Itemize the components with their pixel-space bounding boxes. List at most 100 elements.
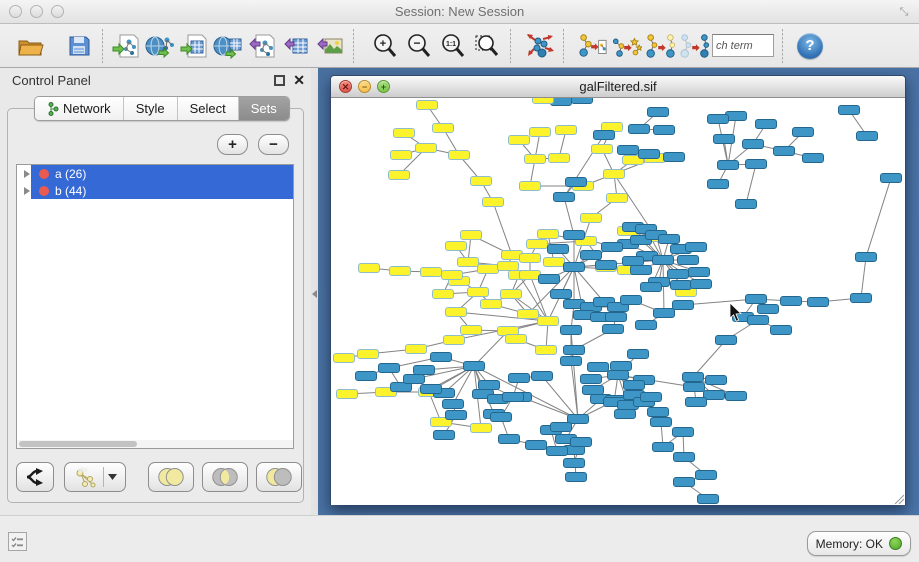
difference-button[interactable]	[256, 462, 302, 492]
graph-node	[654, 309, 675, 318]
scrollbar-thumb[interactable]	[19, 441, 137, 447]
graph-node	[530, 128, 551, 137]
graph-node	[683, 373, 704, 382]
network-window-titlebar[interactable]: ✕ − + galFiltered.sif	[331, 76, 905, 98]
memory-status-button[interactable]: Memory: OK	[807, 531, 911, 556]
set-color-icon	[39, 186, 49, 196]
tab-label: Style	[136, 101, 165, 116]
expand-arrow-icon[interactable]	[24, 187, 30, 195]
export-network-button[interactable]	[245, 29, 279, 63]
zoom-selected-button[interactable]	[470, 29, 504, 63]
graph-node	[446, 308, 467, 317]
tab-sets[interactable]: Sets	[239, 97, 289, 120]
set-item-label: b (44)	[55, 184, 86, 198]
graph-node	[442, 271, 463, 280]
horizontal-scrollbar[interactable]	[16, 440, 294, 449]
control-panel-tabs: Network Style Select Sets	[34, 96, 290, 121]
sets-toolbar	[16, 462, 302, 492]
import-table-url-button[interactable]	[211, 29, 245, 63]
graph-node	[639, 150, 660, 159]
graph-node	[548, 245, 569, 254]
graph-node	[554, 193, 575, 202]
import-network-url-button[interactable]	[143, 29, 177, 63]
export-table-button[interactable]	[279, 29, 313, 63]
graph-node	[636, 321, 657, 330]
graph-node	[583, 386, 604, 395]
network-from-selection-all-edges-button[interactable]	[576, 29, 610, 63]
close-panel-icon[interactable]: ✕	[293, 72, 305, 89]
zoom-fit-button[interactable]: 1:1	[436, 29, 470, 63]
graph-node	[564, 346, 585, 355]
graph-node	[696, 471, 717, 480]
graph-node	[607, 194, 628, 203]
graph-node	[478, 265, 499, 274]
graph-node	[629, 125, 650, 134]
import-table-file-button[interactable]	[177, 29, 211, 63]
first-neighbors-button[interactable]	[644, 29, 678, 63]
panel-splitter[interactable]	[311, 68, 318, 515]
network-window[interactable]: ✕ − + galFiltered.sif	[330, 75, 906, 505]
tab-select[interactable]: Select	[178, 97, 239, 120]
task-monitor-button[interactable]	[8, 532, 27, 551]
graph-node	[615, 410, 636, 419]
split-set-button[interactable]	[16, 462, 54, 492]
graph-node	[532, 372, 553, 381]
graph-node	[379, 364, 400, 373]
network-canvas[interactable]	[331, 98, 905, 505]
remove-set-button[interactable]: −	[258, 134, 289, 155]
tab-network[interactable]: Network	[35, 97, 124, 120]
zoom-out-button[interactable]: −	[402, 29, 436, 63]
graph-node	[648, 108, 669, 117]
network-graph[interactable]	[331, 98, 905, 505]
graph-node	[461, 231, 482, 240]
network-from-selection-selected-edges-button[interactable]	[610, 29, 644, 63]
toolbar-separator	[353, 29, 354, 63]
float-panel-icon[interactable]	[274, 75, 285, 86]
add-set-button[interactable]: +	[217, 134, 248, 155]
collapse-panel-icon[interactable]	[312, 290, 317, 298]
create-set-button[interactable]	[64, 462, 126, 492]
set-color-icon	[39, 169, 49, 179]
expand-arrow-icon[interactable]	[24, 170, 30, 178]
graph-node	[561, 357, 582, 366]
graph-node	[527, 240, 548, 249]
save-session-button[interactable]	[62, 29, 96, 63]
graph-node	[443, 400, 464, 409]
network-from-selection-all-edges-icon	[578, 32, 608, 60]
graph-node	[803, 154, 824, 163]
svg-text:−: −	[413, 36, 420, 50]
list-item[interactable]: b (44)	[17, 182, 293, 199]
graph-node	[421, 268, 442, 277]
import-network-file-button[interactable]	[109, 29, 143, 63]
graph-node	[461, 326, 482, 335]
tab-style[interactable]: Style	[124, 97, 178, 120]
dropdown-arrow-icon	[108, 474, 117, 480]
graph-node	[604, 170, 625, 179]
graph-node	[716, 336, 737, 345]
export-image-button[interactable]	[313, 29, 347, 63]
intersection-button[interactable]	[202, 462, 248, 492]
graph-node	[726, 392, 747, 401]
main-toolbar: + − 1:1	[0, 24, 919, 68]
fullscreen-icon[interactable]: ⤡	[897, 5, 911, 19]
graph-node	[416, 144, 437, 153]
search-input[interactable]	[712, 34, 774, 57]
graph-node	[674, 453, 695, 462]
tab-label: Sets	[251, 101, 277, 116]
help-button[interactable]: ?	[797, 33, 823, 59]
resize-grip-icon[interactable]	[892, 492, 904, 504]
union-button[interactable]	[148, 462, 194, 492]
graph-node	[506, 335, 527, 344]
import-network-file-icon	[112, 33, 140, 59]
open-session-button[interactable]	[14, 29, 48, 63]
graph-node	[538, 230, 559, 239]
graph-node	[406, 345, 427, 354]
graph-node	[536, 346, 557, 355]
list-item[interactable]: a (26)	[17, 165, 293, 182]
apply-layout-button[interactable]	[523, 29, 557, 63]
open-session-icon	[17, 34, 45, 58]
show-all-button[interactable]	[678, 29, 712, 63]
graph-node	[851, 294, 872, 303]
zoom-in-button[interactable]: +	[368, 29, 402, 63]
graph-node	[708, 115, 729, 124]
